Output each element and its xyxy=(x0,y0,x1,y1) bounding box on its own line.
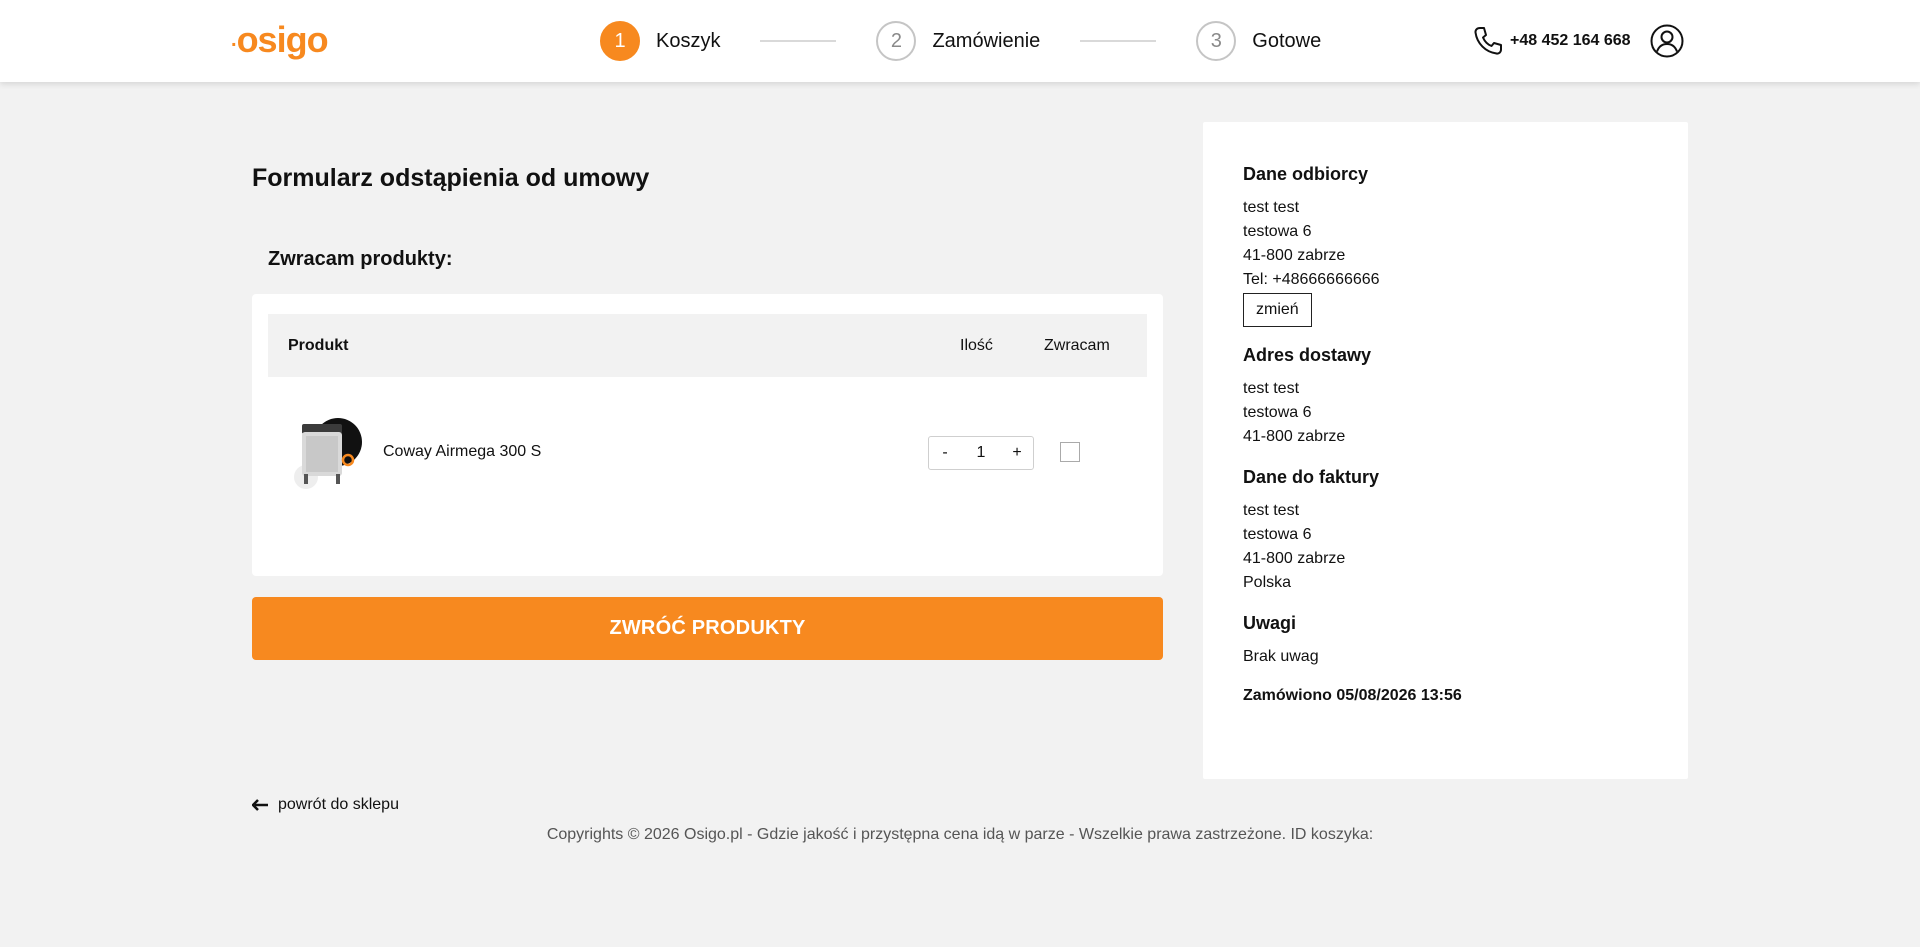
delivery-line: 41-800 zabrze xyxy=(1243,428,1346,445)
products-table-card: Produkt Ilość Zwracam Coway Airmega 300 … xyxy=(252,294,1163,576)
recipient-section: Dane odbiorcy test test testowa 6 41-800… xyxy=(1243,164,1663,327)
column-header-return: Zwracam xyxy=(1044,336,1110,354)
step-order: 2 Zamówienie xyxy=(876,21,1040,61)
return-products-button[interactable]: ZWRÓĆ PRODUKTY xyxy=(252,597,1163,660)
step-label: Gotowe xyxy=(1252,29,1322,52)
step-number: 1 xyxy=(600,21,640,61)
decrease-quantity-button[interactable]: - xyxy=(929,437,961,469)
invoice-line: test test xyxy=(1243,502,1300,519)
product-name: Coway Airmega 300 S xyxy=(383,443,542,460)
recipient-line: Tel: +48666666666 xyxy=(1243,271,1380,288)
invoice-line: 41-800 zabrze xyxy=(1243,550,1346,567)
quantity-value[interactable]: 1 xyxy=(961,444,1001,462)
step-divider xyxy=(1080,40,1157,42)
change-recipient-button[interactable]: zmień xyxy=(1243,293,1312,327)
recipient-line: test test xyxy=(1243,199,1300,216)
return-checkbox[interactable] xyxy=(1060,442,1080,462)
step-label: Koszyk xyxy=(656,29,721,52)
copyright-text: Copyrights © 2026 Osigo.pl - Gdzie jakoś… xyxy=(546,826,1374,843)
delivery-section: Adres dostawy test test testowa 6 41-800… xyxy=(1243,345,1663,449)
notes-text: Brak uwag xyxy=(1243,648,1319,665)
notes-section: Uwagi Brak uwag xyxy=(1243,613,1663,669)
page-title: Formularz odstąpienia od umowy xyxy=(252,164,650,192)
step-divider xyxy=(760,40,837,42)
column-header-quantity: Ilość xyxy=(960,336,993,354)
back-to-shop-link[interactable]: powrót do sklepu xyxy=(252,794,399,816)
user-account-icon[interactable] xyxy=(1650,24,1684,58)
arrow-left-icon xyxy=(252,799,268,811)
step-cart: 1 Koszyk xyxy=(600,21,720,61)
section-title: Zwracam produkty: xyxy=(268,248,453,270)
invoice-line: testowa 6 xyxy=(1243,526,1312,543)
invoice-line: Polska xyxy=(1243,574,1292,591)
invoice-title: Dane do faktury xyxy=(1243,467,1380,487)
step-number: 2 xyxy=(876,21,917,61)
order-date: Zamówiono 05/08/2026 13:56 xyxy=(1243,687,1462,704)
order-summary-sidebar: Dane odbiorcy test test testowa 6 41-800… xyxy=(1203,122,1688,779)
top-header: . osigo 1 Koszyk 2 Zamówienie 3 Gotowe +4… xyxy=(0,0,1920,82)
quantity-stepper: - 1 + xyxy=(928,436,1034,470)
step-number: 3 xyxy=(1196,21,1237,61)
phone-icon xyxy=(1474,27,1502,55)
product-image xyxy=(294,418,362,489)
table-row: Coway Airmega 300 S - 1 + xyxy=(268,412,1147,502)
phone-link[interactable]: +48 452 164 668 xyxy=(1472,24,1631,58)
delivery-line: testowa 6 xyxy=(1243,404,1312,421)
phone-number: +48 452 164 668 xyxy=(1510,32,1631,49)
delivery-line: test test xyxy=(1243,380,1300,397)
delivery-title: Adres dostawy xyxy=(1243,345,1372,365)
increase-quantity-button[interactable]: + xyxy=(1001,437,1033,469)
back-to-shop-label: powrót do sklepu xyxy=(278,796,399,813)
step-label: Zamówienie xyxy=(932,29,1041,52)
notes-title: Uwagi xyxy=(1243,613,1297,633)
invoice-section: Dane do faktury test test testowa 6 41-8… xyxy=(1243,467,1663,595)
table-header: Produkt Ilość Zwracam xyxy=(268,314,1147,377)
checkout-steps: 1 Koszyk 2 Zamówienie 3 Gotowe xyxy=(600,21,1321,61)
column-header-product: Produkt xyxy=(288,336,349,354)
recipient-title: Dane odbiorcy xyxy=(1243,164,1369,184)
recipient-line: testowa 6 xyxy=(1243,223,1312,240)
osigo-logo[interactable]: . osigo xyxy=(231,19,329,60)
recipient-line: 41-800 zabrze xyxy=(1243,247,1346,264)
step-done: 3 Gotowe xyxy=(1196,21,1321,61)
